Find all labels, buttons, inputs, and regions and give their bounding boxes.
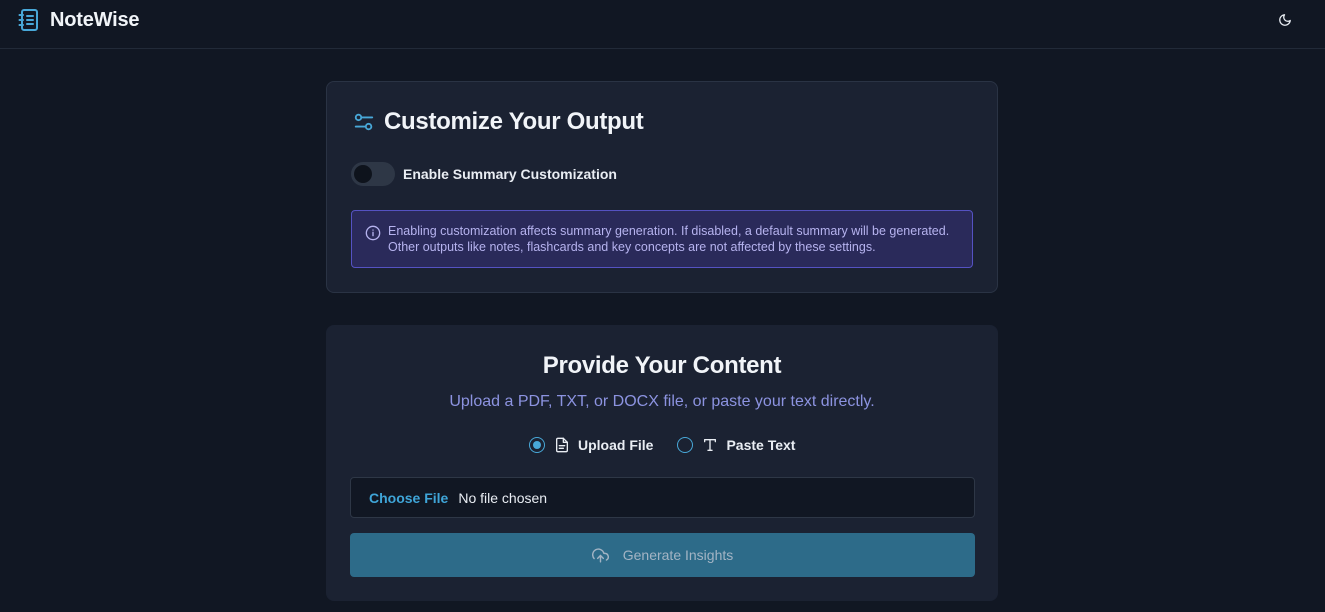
upload-cloud-icon [591, 547, 609, 563]
info-icon [365, 225, 381, 241]
app-header: NoteWise [0, 0, 1325, 49]
paste-text-radio[interactable] [677, 437, 694, 453]
paste-text-label: Paste Text [726, 437, 796, 453]
generate-insights-label: Generate Insights [622, 547, 734, 563]
notebook-icon [18, 9, 38, 31]
moon-icon [1279, 14, 1291, 26]
upload-file-radio[interactable] [529, 437, 545, 453]
toggle-label: Enable Summary Customization [403, 166, 617, 182]
customize-title-row: Customize Your Output [353, 108, 644, 136]
sliders-icon [354, 113, 374, 131]
generate-insights-button[interactable]: Generate Insights [350, 533, 975, 577]
content-subtitle: Upload a PDF, TXT, or DOCX file, or past… [449, 393, 875, 410]
content-card: Provide Your Content Upload a PDF, TXT, … [326, 325, 998, 601]
text-icon [704, 439, 717, 451]
theme-toggle-button[interactable] [1274, 9, 1296, 31]
choose-file-button[interactable]: Choose File [369, 490, 448, 506]
toggle-knob [354, 165, 372, 183]
input-mode-radio-group: Upload File Paste Text [529, 437, 795, 453]
app-name: NoteWise [50, 8, 140, 31]
content-title: Provide Your Content [542, 352, 782, 379]
file-icon [556, 437, 568, 453]
upload-file-label: Upload File [578, 437, 654, 453]
file-status: No file chosen [458, 489, 548, 506]
summary-customization-toggle[interactable] [351, 162, 395, 186]
info-text: Enabling customization affects summary g… [388, 224, 950, 254]
file-input[interactable]: Choose File No file chosen [350, 477, 975, 518]
customize-title: Customize Your Output [384, 108, 644, 135]
upload-file-option[interactable]: Upload File [529, 437, 653, 453]
paste-text-option[interactable]: Paste Text [677, 437, 795, 453]
brand-logo[interactable]: NoteWise [18, 8, 140, 32]
info-notice: Enabling customization affects summary g… [351, 210, 973, 268]
summary-customization-toggle-row: Enable Summary Customization [351, 162, 617, 186]
customize-card: Customize Your Output Enable Summary Cus… [326, 81, 998, 293]
